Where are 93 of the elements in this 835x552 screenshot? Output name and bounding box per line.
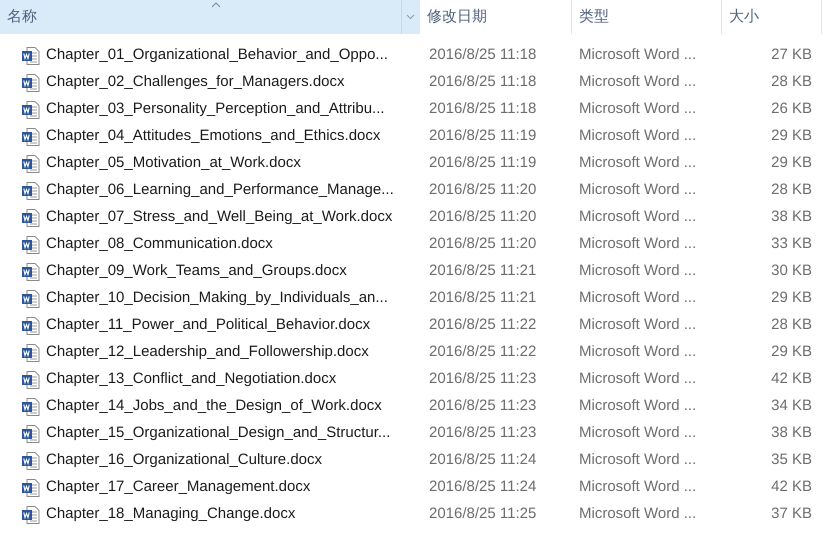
file-size: 27 KB (771, 46, 812, 64)
word-document-icon (21, 370, 41, 390)
word-document-icon (21, 126, 41, 146)
word-document-icon (21, 504, 41, 524)
file-name[interactable]: Chapter_15_Organizational_Design_and_Structur... (46, 422, 390, 445)
file-type: Microsoft Word ... (579, 100, 696, 118)
modified-date: 2016/8/25 11:20 (429, 208, 536, 226)
modified-date: 2016/8/25 11:23 (429, 424, 536, 442)
file-size: 33 KB (771, 235, 812, 252)
file-name[interactable]: Chapter_09_Work_Teams_and_Groups.docx (46, 260, 347, 283)
file-type: Microsoft Word ... (579, 289, 696, 306)
word-document-icon (21, 316, 41, 336)
file-type: Microsoft Word ... (579, 370, 696, 388)
file-type: Microsoft Word ... (579, 478, 696, 496)
file-name[interactable]: Chapter_08_Communication.docx (46, 233, 273, 256)
modified-date: 2016/8/25 11:20 (429, 181, 536, 198)
modified-date: 2016/8/25 11:25 (429, 505, 536, 522)
file-name[interactable]: Chapter_12_Leadership_and_Followership.docx (46, 341, 369, 364)
file-size: 29 KB (771, 127, 812, 144)
file-name[interactable]: Chapter_04_Attitudes_Emotions_and_Ethics.docx (46, 125, 380, 148)
modified-date: 2016/8/25 11:21 (429, 262, 536, 280)
file-name[interactable]: Chapter_06_Learning_and_Performance_Manage... (46, 179, 394, 202)
file-size: 29 KB (771, 343, 812, 360)
file-size: 30 KB (771, 262, 812, 280)
modified-date: 2016/8/25 11:18 (429, 100, 536, 118)
file-type: Microsoft Word ... (579, 397, 696, 414)
file-name[interactable]: Chapter_13_Conflict_and_Negotiation.docx (46, 368, 336, 391)
file-type: Microsoft Word ... (579, 46, 696, 64)
modified-date: 2016/8/25 11:22 (429, 343, 536, 360)
modified-date: 2016/8/25 11:19 (429, 127, 536, 144)
file-size: 37 KB (771, 505, 812, 522)
word-document-icon (21, 46, 41, 66)
file-name[interactable]: Chapter_05_Motivation_at_Work.docx (46, 152, 301, 175)
file-name[interactable]: Chapter_17_Career_Management.docx (46, 476, 310, 499)
file-name[interactable]: Chapter_18_Managing_Change.docx (46, 503, 296, 526)
sort-ascending-icon (211, 2, 221, 8)
file-name[interactable]: Chapter_10_Decision_Making_by_Individuals_an... (46, 287, 388, 310)
file-name[interactable]: Chapter_14_Jobs_and_the_Design_of_Work.docx (46, 395, 382, 418)
modified-date: 2016/8/25 11:21 (429, 289, 536, 306)
word-document-icon (21, 288, 41, 308)
file-size: 29 KB (771, 154, 812, 172)
file-size: 26 KB (771, 100, 812, 118)
word-document-icon (21, 208, 41, 228)
word-document-icon (21, 342, 41, 362)
word-document-icon (21, 100, 41, 120)
word-document-icon (21, 424, 41, 444)
file-type: Microsoft Word ... (579, 505, 696, 522)
file-size: 28 KB (771, 181, 812, 198)
file-size: 29 KB (771, 289, 812, 306)
file-type: Microsoft Word ... (579, 73, 696, 90)
modified-date: 2016/8/25 11:20 (429, 235, 536, 252)
file-type: Microsoft Word ... (579, 127, 696, 144)
file-size: 35 KB (771, 451, 812, 468)
file-name[interactable]: Chapter_11_Power_and_Political_Behavior.docx (46, 314, 370, 337)
file-type: Microsoft Word ... (579, 451, 696, 468)
file-size: 42 KB (771, 478, 812, 496)
file-type: Microsoft Word ... (579, 235, 696, 252)
modified-date: 2016/8/25 11:22 (429, 316, 536, 334)
modified-date: 2016/8/25 11:23 (429, 370, 536, 388)
word-document-icon (21, 262, 41, 282)
file-type: Microsoft Word ... (579, 424, 696, 442)
modified-date: 2016/8/25 11:23 (429, 397, 536, 414)
word-document-icon (21, 154, 41, 174)
file-name[interactable]: Chapter_03_Personality_Perception_and_Attribu... (46, 98, 385, 121)
file-type: Microsoft Word ... (579, 181, 696, 198)
file-size: 38 KB (771, 424, 812, 442)
word-document-icon (21, 396, 41, 416)
modified-date: 2016/8/25 11:19 (429, 154, 536, 172)
file-type: Microsoft Word ... (579, 316, 696, 334)
file-type: Microsoft Word ... (579, 208, 696, 226)
word-document-icon (21, 450, 41, 470)
chevron-down-icon (406, 14, 415, 20)
file-type: Microsoft Word ... (579, 262, 696, 280)
file-size: 42 KB (771, 370, 812, 388)
file-size: 28 KB (771, 316, 812, 334)
word-document-icon (21, 234, 41, 254)
file-type: Microsoft Word ... (579, 343, 696, 360)
file-size: 38 KB (771, 208, 812, 226)
word-document-icon (21, 478, 41, 498)
modified-date: 2016/8/25 11:24 (429, 451, 536, 468)
file-size: 28 KB (771, 73, 812, 90)
file-name[interactable]: Chapter_01_Organizational_Behavior_and_Oppo... (46, 44, 388, 67)
file-size: 34 KB (771, 397, 812, 414)
file-type: Microsoft Word ... (579, 154, 696, 172)
file-name[interactable]: Chapter_07_Stress_and_Well_Being_at_Work.docx (46, 206, 392, 229)
file-name[interactable]: Chapter_16_Organizational_Culture.docx (46, 449, 322, 472)
modified-date: 2016/8/25 11:24 (429, 478, 536, 496)
modified-date: 2016/8/25 11:18 (429, 73, 536, 90)
file-name[interactable]: Chapter_02_Challenges_for_Managers.docx (46, 71, 345, 94)
word-document-icon (21, 180, 41, 200)
word-document-icon (21, 72, 41, 92)
modified-date: 2016/8/25 11:18 (429, 46, 536, 64)
column-header[interactable]: 名称 (0, 0, 420, 34)
